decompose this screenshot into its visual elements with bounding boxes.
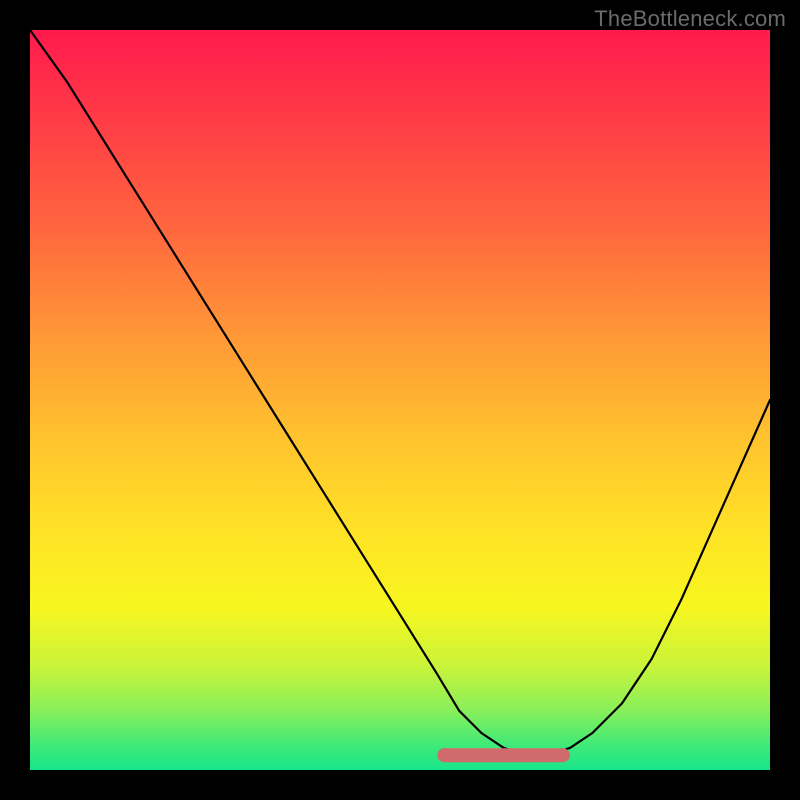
curve-overlay <box>30 30 770 770</box>
chart-frame: TheBottleneck.com <box>0 0 800 800</box>
plot-area <box>30 30 770 770</box>
optimal-band-dot-right-icon <box>556 748 570 762</box>
bottleneck-curve-path <box>30 30 770 755</box>
watermark-text: TheBottleneck.com <box>594 6 786 32</box>
optimal-band-dot-left-icon <box>437 748 451 762</box>
